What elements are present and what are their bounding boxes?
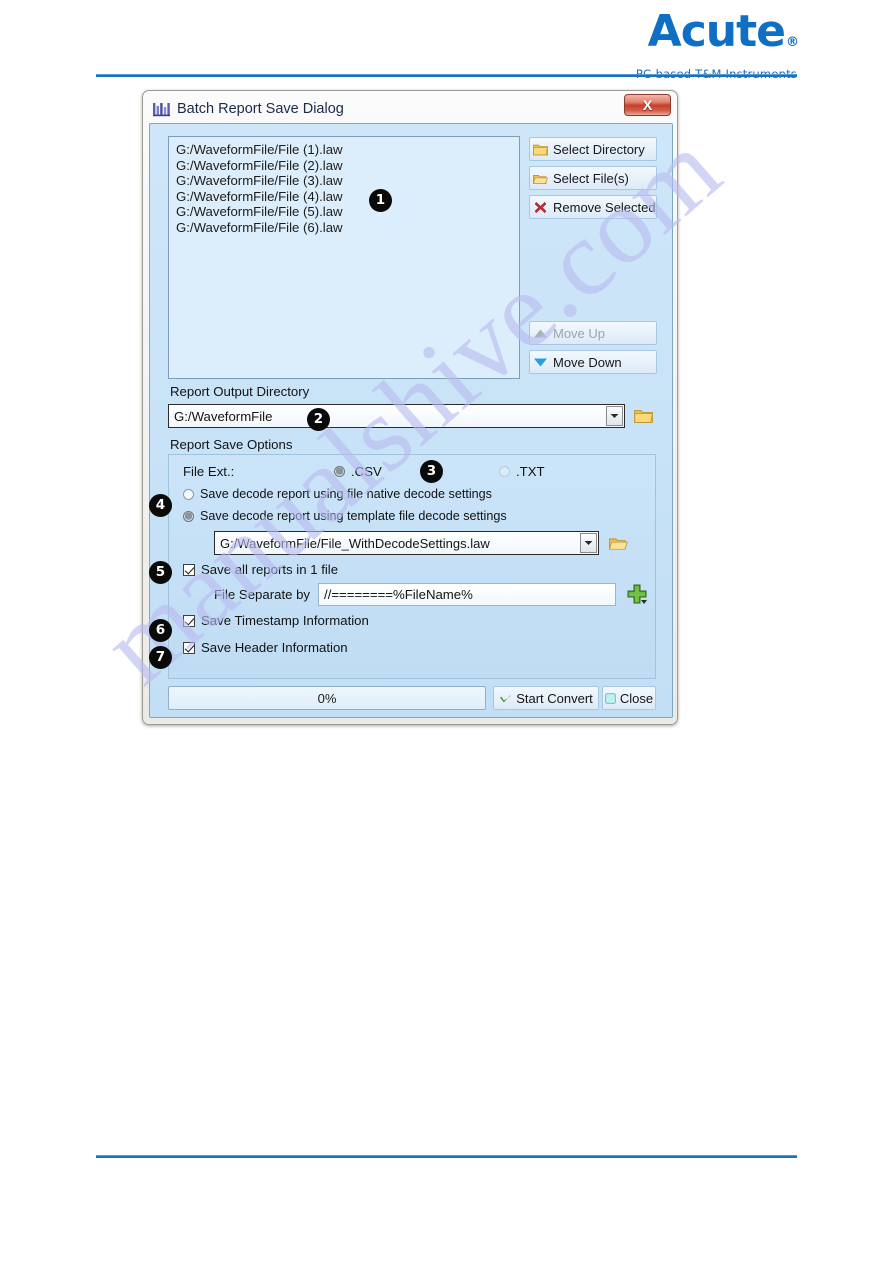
output-directory-value[interactable]: G:/WaveformFile [169,409,606,424]
acute-logo: Acute® PC-based T&M Instruments [636,10,799,82]
remove-selected-button[interactable]: Remove Selected [529,195,657,219]
dialog-title: Batch Report Save Dialog [177,101,344,117]
close-dialog-button[interactable]: Close [602,686,656,710]
callout-badge-6: 6 [149,619,172,642]
file-ext-row: File Ext.: [183,464,305,479]
logo-wordmark: Acute® [648,10,799,65]
close-dialog-label: Close [619,690,654,706]
file-ext-label: File Ext.: [183,464,235,479]
radio-csv-icon[interactable] [334,466,345,477]
list-item[interactable]: G:/WaveformFile/File (6).law [176,220,512,236]
green-check-icon [499,693,512,704]
close-button[interactable]: X [624,94,671,116]
start-convert-button[interactable]: Start Convert [493,686,599,710]
save-options-group: File Ext.: .CSV .TXT Save decode report … [168,454,656,679]
folder-icon [530,143,550,156]
move-up-button[interactable]: Move Up [529,321,657,345]
chevron-down-icon[interactable] [580,533,597,553]
decode-mode-native-option[interactable]: Save decode report using file native dec… [183,487,492,501]
registered-mark: ® [786,35,799,50]
select-directory-button[interactable]: Select Directory [529,137,657,161]
red-x-icon [530,201,550,214]
start-convert-label: Start Convert [516,690,593,706]
callout-badge-4: 4 [149,494,172,517]
radio-txt-icon[interactable] [499,466,510,477]
file-separate-label: File Separate by [214,587,311,602]
callout-badge-1: 1 [369,189,392,212]
list-item[interactable]: G:/WaveformFile/File (1).law [176,142,512,158]
page-header: Acute® PC-based T&M Instruments [0,0,893,82]
select-files-button[interactable]: Select File(s) [529,166,657,190]
list-item[interactable]: G:/WaveformFile/File (3).law [176,173,512,189]
progress-bar: 0% [168,686,486,710]
checkbox-save-all-icon[interactable] [183,563,195,576]
move-up-label: Move Up [553,325,606,341]
callout-badge-2: 2 [307,408,330,431]
output-directory-combo[interactable]: G:/WaveformFile [168,404,625,428]
callout-badge-3: 3 [420,460,443,483]
output-directory-label: Report Output Directory [170,384,310,399]
template-file-browse-button[interactable] [606,531,630,555]
file-list[interactable]: G:/WaveformFile/File (1).law G:/Waveform… [168,136,520,379]
logo-text: Acute [647,6,786,57]
triangle-down-icon [530,357,550,368]
close-square-icon [604,692,616,704]
template-file-value[interactable]: G:/WaveformFile/File_WithDecodeSettings.… [215,536,580,551]
file-ext-csv-label: .CSV [351,464,382,479]
file-separate-input[interactable]: //========%FileName% [318,583,617,606]
list-item[interactable]: G:/WaveformFile/File (4).law [176,189,512,205]
save-header-label: Save Header Information [201,640,348,655]
radio-native-icon[interactable] [183,488,194,500]
decode-mode-template-option[interactable]: Save decode report using template file d… [183,509,507,523]
file-ext-option-txt[interactable]: .TXT [499,464,545,479]
select-files-label: Select File(s) [553,170,629,186]
progress-text: 0% [317,690,337,706]
callout-badge-5: 5 [149,561,172,584]
batch-report-save-dialog: Batch Report Save Dialog X G:/WaveformFi… [142,90,678,725]
triangle-up-icon [530,328,550,339]
decode-mode-template-label: Save decode report using template file d… [200,509,507,523]
save-options-label: Report Save Options [170,437,293,452]
list-item[interactable]: G:/WaveformFile/File (2).law [176,158,512,174]
decode-mode-native-label: Save decode report using file native dec… [200,487,492,501]
save-all-in-one-label: Save all reports in 1 file [201,562,339,577]
checkbox-header-icon[interactable] [183,641,195,654]
select-directory-label: Select Directory [553,141,645,157]
save-timestamp-label: Save Timestamp Information [201,613,369,628]
green-plus-icon[interactable] [624,581,650,607]
save-all-in-one-option[interactable]: Save all reports in 1 file [183,562,338,577]
footer-divider [96,1155,797,1158]
folder-open-icon [530,172,550,185]
output-directory-browse-button[interactable] [631,404,655,428]
save-timestamp-option[interactable]: Save Timestamp Information [183,613,369,628]
file-separate-row: File Separate by //========%FileName% [214,583,617,606]
waveform-icon [153,102,170,116]
header-divider [96,74,797,77]
template-file-combo[interactable]: G:/WaveformFile/File_WithDecodeSettings.… [214,531,599,555]
chevron-down-icon[interactable] [606,406,623,426]
remove-selected-label: Remove Selected [553,199,656,215]
move-down-button[interactable]: Move Down [529,350,657,374]
save-header-option[interactable]: Save Header Information [183,640,348,655]
file-ext-option-csv[interactable]: .CSV [334,464,382,479]
list-item[interactable]: G:/WaveformFile/File (5).law [176,204,512,220]
radio-template-icon[interactable] [183,510,194,522]
file-ext-txt-label: .TXT [516,464,545,479]
dialog-body: G:/WaveformFile/File (1).law G:/Waveform… [149,123,673,718]
move-down-label: Move Down [553,354,622,370]
callout-badge-7: 7 [149,646,172,669]
checkbox-timestamp-icon[interactable] [183,614,195,627]
dialog-titlebar[interactable]: Batch Report Save Dialog X [147,94,673,123]
